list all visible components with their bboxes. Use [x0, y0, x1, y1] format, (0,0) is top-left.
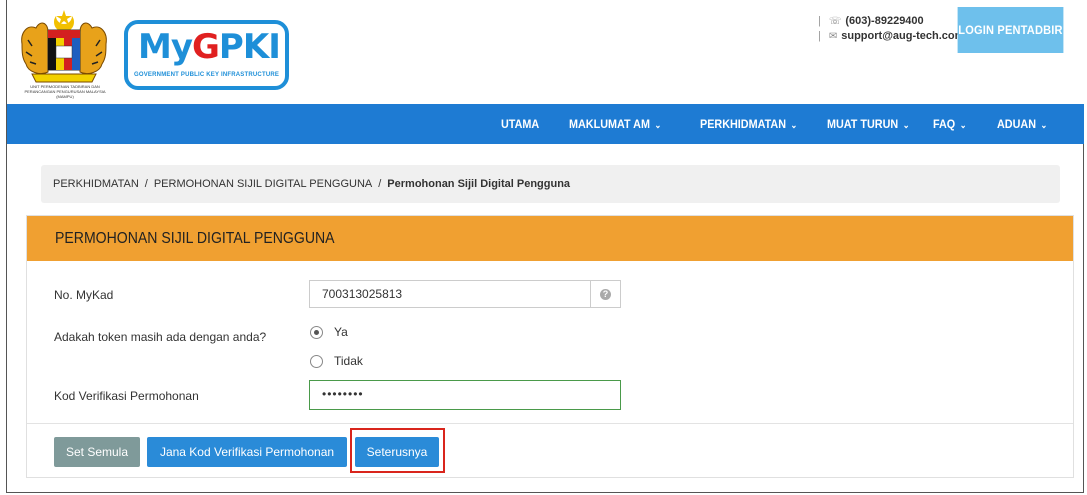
- phone-row: | ☏ (603)-89229400: [818, 15, 924, 27]
- reset-button[interactable]: Set Semula: [54, 437, 140, 467]
- email-row: | ✉ support@aug-tech.com: [818, 29, 965, 44]
- chevron-down-icon: ⌄: [1040, 120, 1048, 130]
- question-icon: ?: [600, 288, 611, 300]
- coat-of-arms-logo: [21, 10, 107, 83]
- logo-wordmark: MyGPKI: [138, 27, 281, 67]
- radio-label-ya: Ya: [334, 325, 348, 339]
- mykad-input[interactable]: 700313025813: [309, 280, 591, 308]
- breadcrumb-current: Permohonan Sijil Digital Pengguna: [387, 178, 571, 190]
- verification-code-label: Kod Verifikasi Permohonan: [54, 389, 199, 403]
- nav-item-muat-turun[interactable]: MUAT TURUN ⌄: [827, 104, 909, 144]
- panel-title: PERMOHONAN SIJIL DIGITAL PENGGUNA: [55, 230, 335, 247]
- radio-token-ya[interactable]: Ya: [310, 325, 348, 339]
- main-nav: UTAMA MAKLUMAT AM ⌄ PERKHIDMATAN ⌄ MUAT TU…: [7, 104, 1084, 144]
- nav-item-faq[interactable]: FAQ ⌄: [933, 104, 966, 144]
- breadcrumb-item-perkhidmatan[interactable]: PERKHIDMATAN: [53, 178, 139, 190]
- nav-item-utama[interactable]: UTAMA: [501, 104, 539, 144]
- panel-header: PERMOHONAN SIJIL DIGITAL PENGGUNA: [27, 216, 1073, 261]
- support-email[interactable]: support@aug-tech.com: [841, 29, 964, 44]
- chevron-down-icon: ⌄: [959, 120, 967, 130]
- radio-button[interactable]: [310, 354, 323, 368]
- radio-token-tidak[interactable]: Tidak: [310, 354, 363, 368]
- phone-icon: ☏: [828, 16, 842, 27]
- chevron-down-icon: ⌄: [902, 120, 910, 130]
- contact-info: | ☏ (603)-89229400 | ✉ support@aug-tech.…: [818, 14, 964, 44]
- mykad-label: No. MyKad: [54, 288, 114, 302]
- generate-verification-code-button[interactable]: Jana Kod Verifikasi Permohonan: [147, 437, 347, 467]
- chevron-down-icon: ⌄: [790, 120, 798, 130]
- nav-item-maklumat-am[interactable]: MAKLUMAT AM ⌄: [569, 104, 661, 144]
- verification-code-input[interactable]: ••••••••: [309, 380, 621, 410]
- logo-subtitle: GOVERNMENT PUBLIC KEY INFRASTRUCTURE: [134, 72, 280, 78]
- agency-caption: UNIT PERMODENAN TADBIRAN DAN PERANCANGAN…: [24, 84, 106, 99]
- breadcrumb-item-permohonan[interactable]: PERMOHONAN SIJIL DIGITAL PENGGUNA: [154, 178, 372, 190]
- radio-label-tidak: Tidak: [334, 354, 363, 368]
- mygpki-logo[interactable]: MyGPKI GOVERNMENT PUBLIC KEY INFRASTRUCT…: [124, 20, 289, 90]
- breadcrumb: PERKHIDMATAN / PERMOHONAN SIJIL DIGITAL PE…: [41, 165, 1060, 203]
- nav-item-aduan[interactable]: ADUAN ⌄: [997, 104, 1047, 144]
- next-button-highlight: [350, 428, 445, 473]
- mail-icon: ✉: [828, 31, 838, 42]
- token-question-label: Adakah token masih ada dengan anda?: [54, 330, 267, 344]
- mykad-help-button[interactable]: ?: [591, 280, 621, 308]
- chevron-down-icon: ⌄: [654, 120, 662, 130]
- admin-login-button[interactable]: LOGIN PENTADBIR: [957, 7, 1064, 53]
- radio-button-selected[interactable]: [310, 325, 323, 339]
- form-divider: [27, 423, 1073, 424]
- phone-number: (603)-89229400: [845, 15, 924, 27]
- nav-item-perkhidmatan[interactable]: PERKHIDMATAN ⌄: [700, 104, 797, 144]
